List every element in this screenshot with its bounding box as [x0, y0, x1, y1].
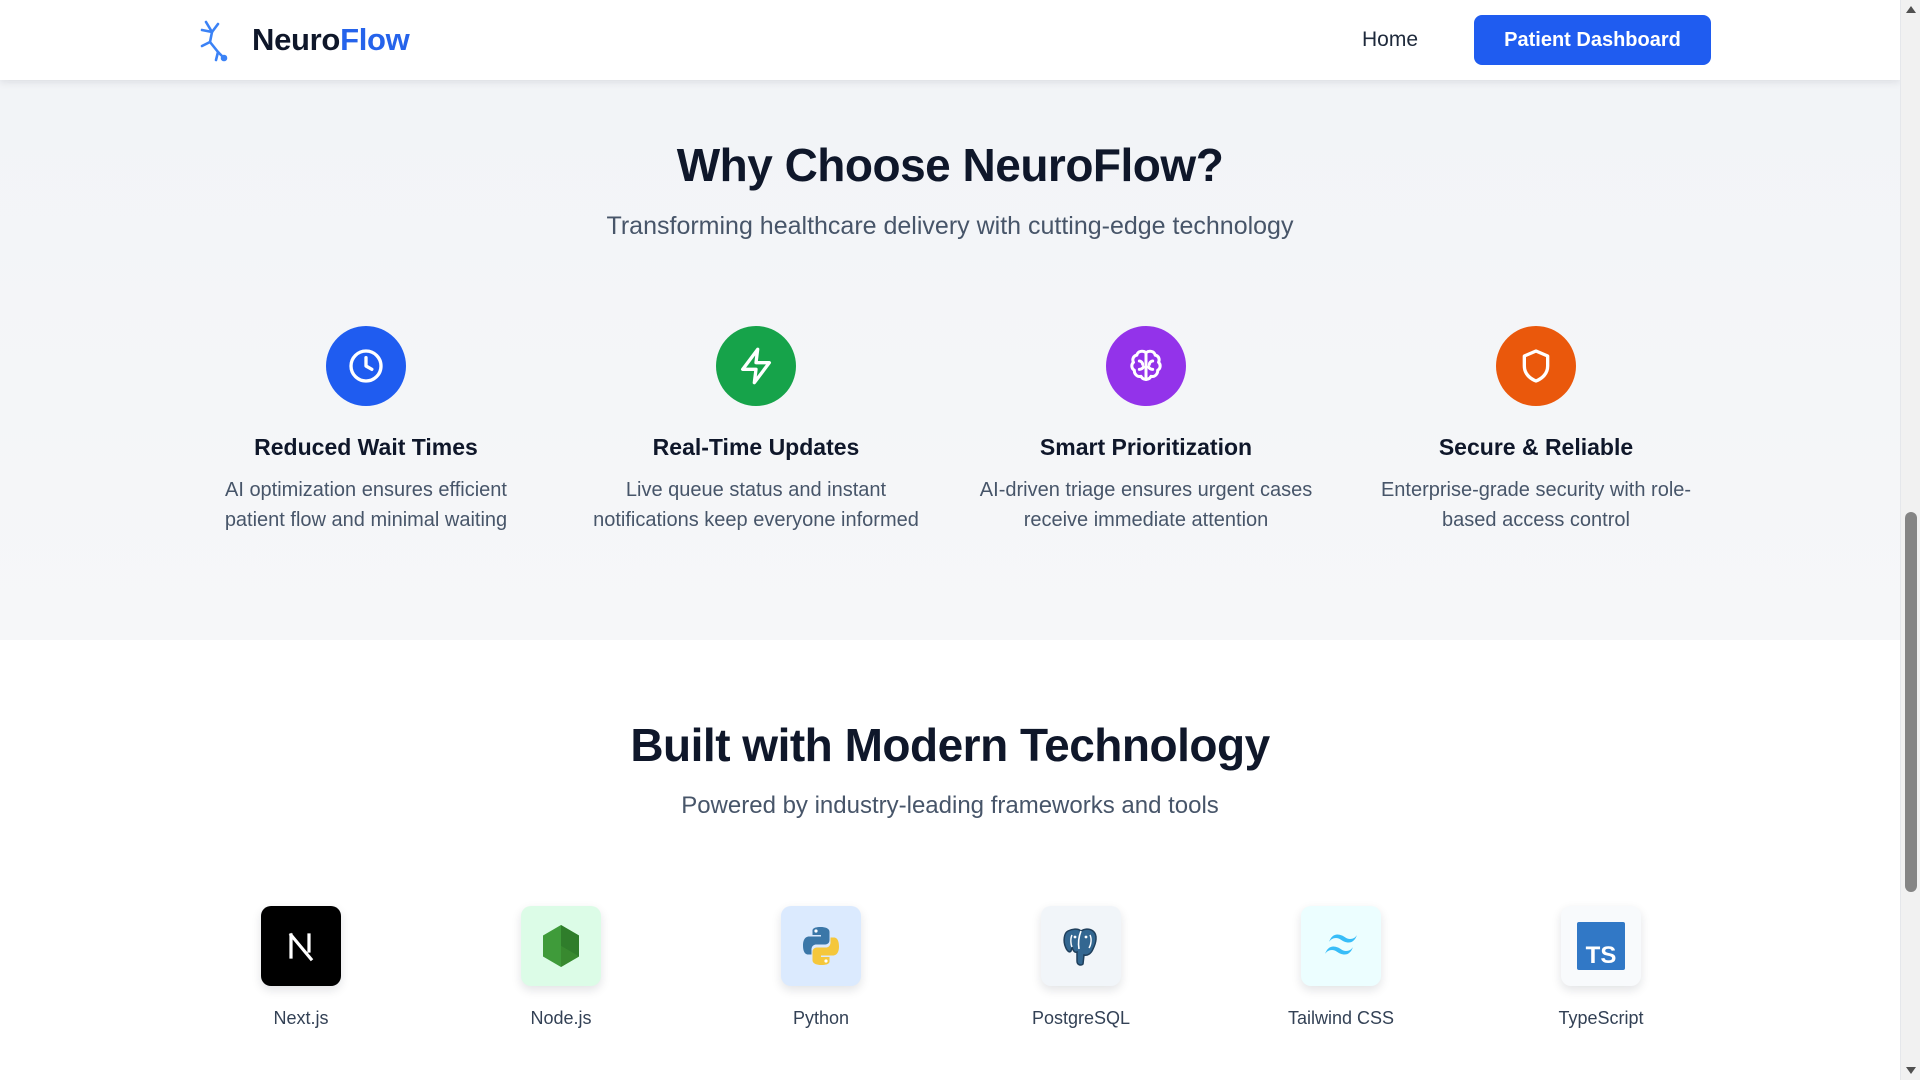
feature-description: AI-driven triage ensures urgent cases re… [979, 479, 1313, 531]
tech-name: Node.js [530, 1008, 592, 1028]
tech-name: TypeScript [1558, 1008, 1644, 1028]
site-header: NeuroFlow Home Patient Dashboard [0, 0, 1900, 80]
tech-tile [1301, 906, 1381, 986]
tech-tile [1041, 906, 1121, 986]
brand-name-flow: Flow [340, 22, 410, 57]
page-viewport: NeuroFlow Home Patient Dashboard Why Cho… [0, 0, 1900, 1080]
scroll-thumb[interactable] [1905, 512, 1917, 892]
page-scrollbar[interactable] [1900, 0, 1920, 1080]
tech-tile: TS [1561, 906, 1641, 986]
feature-description: AI optimization ensures efficient patien… [224, 479, 508, 531]
feature-secure-reliable: Secure & Reliable Enterprise-grade secur… [1356, 326, 1716, 535]
feature-icon-circle [716, 326, 796, 406]
why-subtitle: Transforming healthcare delivery with cu… [606, 212, 1294, 240]
feature-title: Real-Time Updates [652, 434, 860, 460]
feature-title: Reduced Wait Times [254, 434, 478, 460]
tech-title: Built with Modern Technology [630, 719, 1270, 771]
tech-subtitle: Powered by industry-leading frameworks a… [681, 792, 1219, 819]
tech-item-typescript: TS TypeScript [1521, 906, 1681, 1029]
feature-description: Enterprise-grade security with role-base… [1380, 479, 1692, 531]
python-icon [803, 927, 839, 965]
svg-text:TS: TS [1586, 942, 1617, 969]
feature-icon-circle [326, 326, 406, 406]
why-title: Why Choose NeuroFlow? [676, 139, 1224, 191]
scroll-down-arrow-icon[interactable] [1906, 1067, 1916, 1074]
clock-icon [349, 349, 383, 383]
feature-smart-prioritization: Smart Prioritization AI-driven triage en… [966, 326, 1326, 535]
feature-icon-circle [1496, 326, 1576, 406]
typescript-icon: TS [1577, 922, 1625, 970]
feature-description: Live queue status and instant notificati… [593, 479, 919, 531]
tech-name: PostgreSQL [1031, 1008, 1131, 1028]
feature-title: Secure & Reliable [1438, 434, 1634, 460]
lightning-icon [741, 347, 771, 385]
scroll-up-arrow-icon[interactable] [1906, 6, 1916, 13]
tech-item-nextjs: Next.js [221, 906, 381, 1029]
tech-name: Python [792, 1008, 850, 1028]
why-section: Why Choose NeuroFlow? Transforming healt… [0, 80, 1900, 640]
nodejs-icon [543, 925, 579, 967]
feature-title: Smart Prioritization [1039, 434, 1253, 460]
nav-home-link[interactable]: Home [1362, 22, 1418, 58]
brain-icon [1130, 349, 1162, 381]
tech-section: Built with Modern Technology Powered by … [0, 640, 1900, 1080]
tailwind-icon [1325, 934, 1357, 955]
tech-item-python: Python [741, 906, 901, 1029]
brand-name-neuro: Neuro [252, 22, 341, 57]
neuron-logo-icon [200, 20, 228, 62]
feature-real-time-updates: Real-Time Updates Live queue status and … [576, 326, 936, 535]
shield-icon [1522, 349, 1550, 383]
tech-name: Tailwind CSS [1287, 1008, 1395, 1028]
feature-icon-circle [1106, 326, 1186, 406]
feature-reduced-wait-times: Reduced Wait Times AI optimization ensur… [186, 326, 546, 535]
patient-dashboard-button[interactable]: Patient Dashboard [1474, 15, 1711, 65]
tech-tile [261, 906, 341, 986]
tech-item-postgresql: PostgreSQL [1001, 906, 1161, 1029]
brand-logo[interactable]: NeuroFlow [198, 18, 410, 62]
tech-item-nodejs: Node.js [481, 906, 641, 1029]
tech-item-tailwind: Tailwind CSS [1261, 906, 1421, 1029]
postgresql-icon [1063, 928, 1097, 966]
tech-tile [521, 906, 601, 986]
nextjs-icon [288, 932, 314, 962]
tech-tile [781, 906, 861, 986]
tech-name: Next.js [273, 1008, 329, 1028]
